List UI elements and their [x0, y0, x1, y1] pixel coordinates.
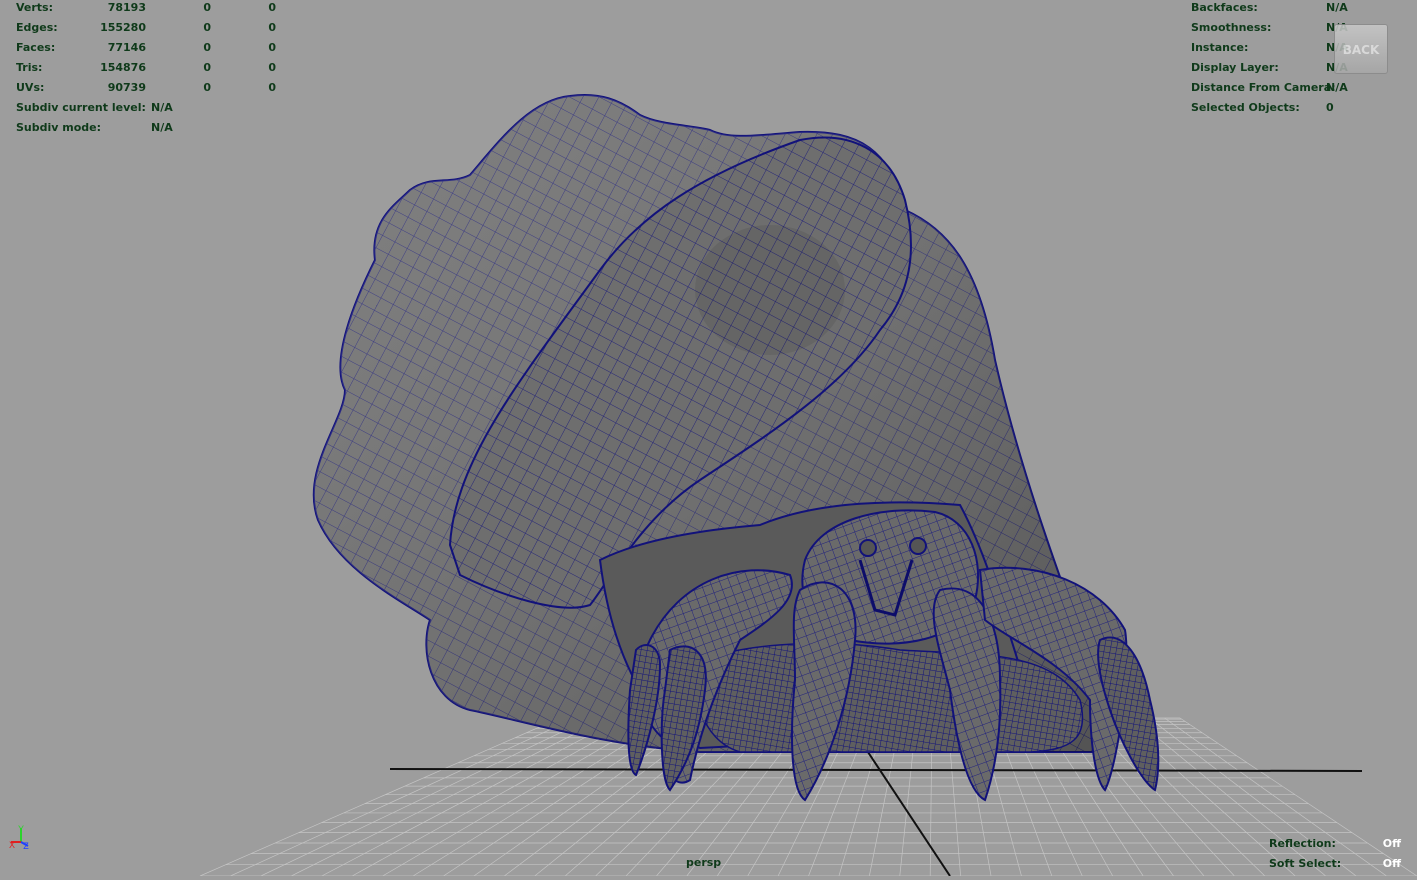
detail-value: N/A [1326, 1, 1348, 14]
soft-select-value: Off [1382, 857, 1401, 870]
stat-row-uvs: UVs: 90739 0 0 [16, 78, 276, 98]
stat-label: Verts: [16, 1, 54, 14]
stat-row-tris: Tris: 154876 0 0 [16, 58, 276, 78]
subdiv-label: Subdiv current level: [16, 101, 146, 114]
stat-value-selected-components: 0 [268, 1, 276, 14]
subdiv-label: Subdiv mode: [16, 121, 102, 134]
grid-line [321, 717, 623, 877]
detail-label: Display Layer: [1191, 61, 1279, 74]
stat-value-selected: 0 [203, 41, 211, 54]
stat-row-edges: Edges: 155280 0 0 [16, 18, 276, 38]
stat-value-selected: 0 [203, 81, 211, 94]
viewport-status-hud: Reflection: Off Soft Select: Off [1269, 834, 1409, 874]
stat-label: UVs: [16, 81, 45, 94]
axis-y-label: Y [18, 824, 24, 834]
view-cube[interactable]: BACK [1334, 24, 1388, 74]
subdiv-value: N/A [151, 101, 173, 114]
poly-count-hud: Verts: 78193 0 0 Edges: 155280 0 0 Faces… [16, 0, 276, 138]
stat-row-faces: Faces: 77146 0 0 [16, 38, 276, 58]
detail-label: Instance: [1191, 41, 1249, 54]
stat-value-selected: 0 [203, 21, 211, 34]
soft-select-row: Soft Select: Off [1269, 854, 1409, 874]
reflection-value: Off [1382, 837, 1401, 850]
subdiv-value: N/A [151, 121, 173, 134]
stat-value-selected-components: 0 [268, 21, 276, 34]
stat-row-verts: Verts: 78193 0 0 [16, 0, 276, 18]
grid-line [199, 717, 561, 877]
stat-value-selected: 0 [203, 1, 211, 14]
detail-row-distance: Distance From Camera: N/A [1191, 78, 1411, 98]
detail-value: N/A [1326, 81, 1348, 94]
axis-z-label: Z [23, 841, 29, 851]
stat-label: Tris: [16, 61, 43, 74]
reflection-label: Reflection: [1269, 837, 1336, 850]
stat-value-selected-components: 0 [268, 81, 276, 94]
soft-select-label: Soft Select: [1269, 857, 1342, 870]
stat-value: 77146 [107, 41, 146, 54]
stat-value: 90739 [107, 81, 146, 94]
grid-line [260, 717, 592, 877]
stat-label: Edges: [16, 21, 58, 34]
grid-line [351, 717, 638, 877]
detail-row-selected-objects: Selected Objects: 0 [1191, 98, 1411, 118]
stat-value: 155280 [100, 21, 146, 34]
3d-viewport[interactable]: Verts: 78193 0 0 Edges: 155280 0 0 Faces… [0, 0, 1417, 877]
axis-x-label: X [9, 840, 15, 850]
stat-value-selected-components: 0 [268, 41, 276, 54]
detail-label: Smoothness: [1191, 21, 1272, 34]
grid-line [230, 717, 576, 877]
stat-label: Faces: [16, 41, 56, 54]
detail-label: Backfaces: [1191, 1, 1258, 14]
detail-label: Distance From Camera: [1191, 81, 1336, 94]
grid-line [291, 717, 607, 877]
detail-label: Selected Objects: [1191, 101, 1300, 114]
camera-name-label: persp [686, 856, 722, 869]
stat-value: 78193 [107, 1, 146, 14]
stat-value: 154876 [100, 61, 146, 74]
stat-value-selected-components: 0 [268, 61, 276, 74]
detail-value: 0 [1326, 101, 1334, 114]
subdiv-level-row: Subdiv current level: N/A [16, 98, 276, 118]
stat-value-selected: 0 [203, 61, 211, 74]
detail-row-backfaces: Backfaces: N/A [1191, 0, 1411, 18]
subdiv-mode-row: Subdiv mode: N/A [16, 118, 276, 138]
reflection-row: Reflection: Off [1269, 834, 1409, 854]
axis-gizmo-icon: Y X Z [9, 824, 29, 851]
